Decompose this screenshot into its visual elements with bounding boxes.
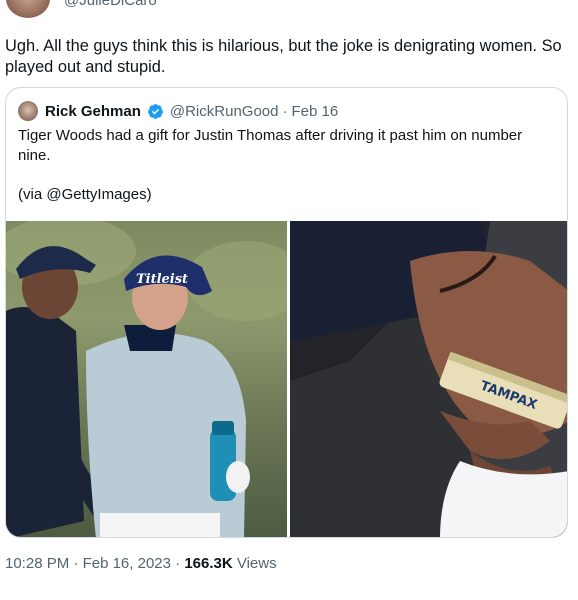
separator-dot: · xyxy=(175,555,181,572)
quoted-date[interactable]: Feb 16 xyxy=(291,103,338,120)
cap-logo-text: Titleist xyxy=(136,272,188,287)
quoted-header: Rick Gehman @RickRunGood · Feb 16 xyxy=(18,100,338,122)
views-count[interactable]: 166.3K xyxy=(184,555,232,572)
quoted-tweet[interactable]: Rick Gehman @RickRunGood · Feb 16 Tiger … xyxy=(5,87,568,538)
quoted-avatar[interactable] xyxy=(18,101,38,121)
views-label: Views xyxy=(236,555,277,572)
photo-golfers[interactable]: Titleist xyxy=(6,221,287,537)
quoted-author-handle[interactable]: @RickRunGood xyxy=(170,103,279,120)
quoted-via-text: (via @GettyImages) xyxy=(18,186,152,203)
quoted-author-name[interactable]: Rick Gehman xyxy=(45,103,141,120)
tweet-text: Ugh. All the guys think this is hilariou… xyxy=(5,37,562,76)
separator-dot: · xyxy=(73,555,79,572)
tweet-date[interactable]: Feb 16, 2023 xyxy=(83,555,171,572)
photo-closeup[interactable]: TAMPAX xyxy=(290,221,567,537)
closeup-illustration: TAMPAX xyxy=(290,221,567,537)
golfers-illustration: Titleist xyxy=(6,221,287,537)
quoted-text: Tiger Woods had a gift for Justin Thomas… xyxy=(18,127,523,164)
author-handle[interactable]: @JulieDiCaro xyxy=(64,0,157,9)
author-avatar[interactable] xyxy=(6,0,50,18)
separator-dot: · xyxy=(282,102,288,120)
media-grid: Titleist TAMPAX xyxy=(6,221,567,537)
tweet-meta: 10:28 PM · Feb 16, 2023 · 166.3K Views xyxy=(5,555,277,572)
verified-badge-icon xyxy=(147,103,163,119)
tweet-time[interactable]: 10:28 PM xyxy=(5,555,69,572)
